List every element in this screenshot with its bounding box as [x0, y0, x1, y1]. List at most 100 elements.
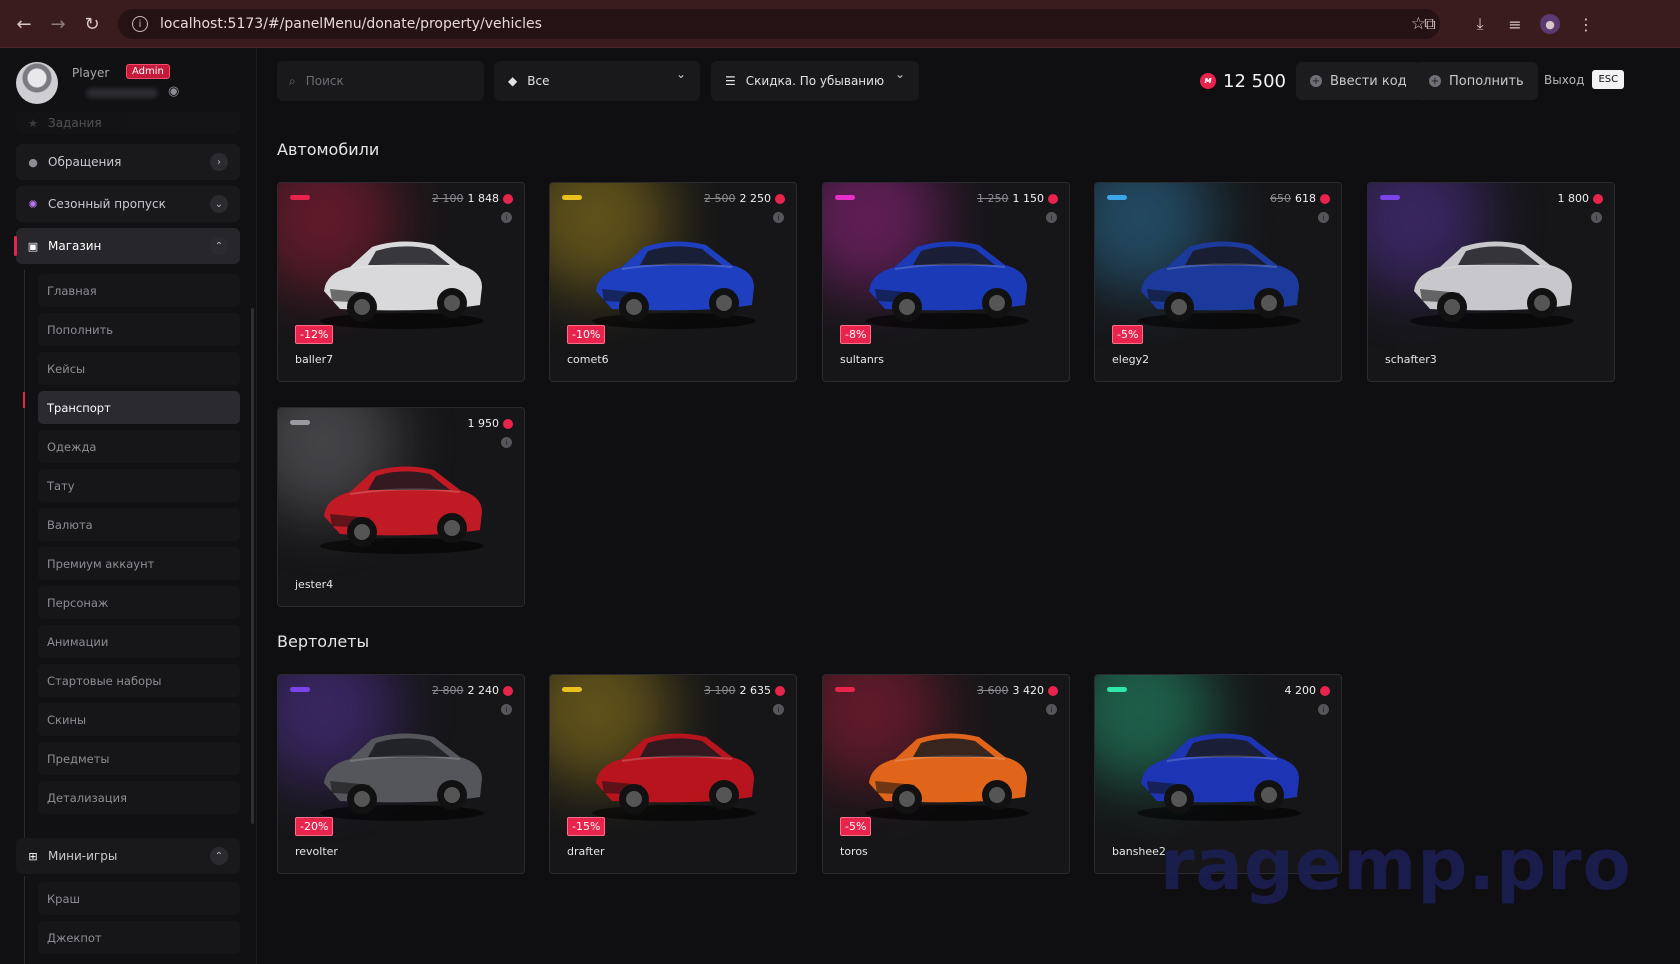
vehicle-card[interactable]: 1 800 i schafter3	[1367, 182, 1615, 382]
rarity-tag	[562, 687, 582, 692]
card-price: 3 600 3 420	[977, 684, 1058, 697]
sidebar-subitem[interactable]: Джекпот	[38, 921, 240, 954]
sidebar-subitem[interactable]: Главная	[38, 274, 240, 307]
info-icon[interactable]: i	[773, 212, 784, 223]
sidebar-item-tasks[interactable]: ★ Задания	[16, 112, 240, 134]
info-icon[interactable]: i	[501, 437, 512, 448]
vehicle-image	[592, 241, 756, 329]
old-price: 3 600	[977, 684, 1009, 697]
vehicle-name: banshee2	[1112, 845, 1166, 858]
sidebar-subitem[interactable]: Кейсы	[38, 352, 240, 385]
browser-menu-icon[interactable]: ⋮	[1574, 12, 1598, 36]
address-bar[interactable]: i localhost:5173/#/panelMenu/donate/prop…	[118, 9, 1440, 39]
info-icon[interactable]: i	[1046, 704, 1057, 715]
sidebar-item-label: Задания	[48, 116, 102, 130]
vehicle-image	[865, 733, 1029, 821]
info-icon[interactable]: i	[501, 704, 512, 715]
info-icon[interactable]: i	[1046, 212, 1057, 223]
sidebar-subitem[interactable]: Премиум аккаунт	[38, 547, 240, 580]
currency-coin-icon	[1593, 193, 1603, 204]
vehicle-card[interactable]: 3 100 2 635 i -15% drafter	[549, 674, 797, 874]
card-price: 4 200	[1285, 684, 1330, 697]
sidebar-subitem[interactable]: Персонаж	[38, 586, 240, 619]
sidebar-subitem[interactable]: Предметы	[38, 742, 240, 775]
sidebar-subitem[interactable]: Детализация	[38, 781, 240, 814]
sidebar-subitem[interactable]: Тату	[38, 469, 240, 502]
current-price: 1 950	[467, 417, 500, 430]
search-input[interactable]: ⌕ Поиск	[277, 61, 484, 101]
shapes-icon: ◆	[508, 74, 518, 88]
vehicle-card[interactable]: 650 618 i -5% elegy2	[1094, 182, 1342, 382]
sidebar-scrollbar[interactable]	[251, 308, 254, 824]
sidebar-item-shop[interactable]: ▣ Магазин ⌃	[14, 228, 240, 264]
avatar[interactable]	[16, 62, 58, 104]
sidebar-subitem[interactable]: Стартовые наборы	[38, 664, 240, 697]
card-price: 2 100 1 848	[432, 192, 513, 205]
discount-badge: -5%	[1112, 325, 1144, 344]
download-icon[interactable]: ⤓	[1468, 12, 1492, 36]
sidebar-subitem[interactable]: Одежда	[38, 430, 240, 463]
rarity-tag	[290, 195, 310, 200]
exit-label: Выход	[1544, 72, 1585, 87]
sidebar-subitem[interactable]: Скины	[38, 703, 240, 736]
currency-coin-icon	[775, 193, 785, 204]
exit-button[interactable]: Выход ESC	[1544, 70, 1625, 89]
sidebar-item-season-pass[interactable]: ✺ Сезонный пропуск ⌄	[16, 186, 240, 222]
sidebar-item-tickets[interactable]: ● Обращения ›	[16, 144, 240, 180]
eye-icon[interactable]: ◉	[168, 84, 179, 99]
vehicle-card[interactable]: 1 250 1 150 i -8% sultanrs	[822, 182, 1070, 382]
sidebar-item-mini-games[interactable]: ⊞ Мини-игры ⌃	[16, 838, 240, 874]
info-icon[interactable]: i	[773, 704, 784, 715]
vehicle-card[interactable]: 2 800 2 240 i -20% revolter	[277, 674, 525, 874]
sidebar-subitem[interactable]: Пополнить	[38, 313, 240, 346]
back-icon[interactable]: ←	[6, 0, 42, 48]
profile-avatar-icon[interactable]: ●	[1540, 14, 1560, 34]
forward-icon[interactable]: →	[40, 0, 76, 48]
vehicle-name: baller7	[295, 353, 334, 366]
current-price: 1 150	[1012, 192, 1045, 205]
vehicle-card[interactable]: 2 100 1 848 i -12% baller7	[277, 182, 525, 382]
discount-badge: -10%	[567, 325, 606, 344]
vehicle-card[interactable]: 1 950 i jester4	[277, 407, 525, 607]
info-icon[interactable]: i	[1318, 212, 1329, 223]
media-icon[interactable]: ≡	[1503, 12, 1527, 36]
currency-coin-icon	[1320, 193, 1330, 204]
vehicle-image	[1137, 241, 1301, 329]
search-icon: ⌕	[289, 73, 296, 88]
extensions-icon[interactable]: ⧉	[1418, 12, 1442, 36]
vehicle-name: jester4	[295, 578, 334, 591]
currency-coin-icon	[503, 418, 513, 429]
discount-badge: -8%	[840, 325, 872, 344]
sidebar-subitem-active[interactable]: Транспорт	[38, 391, 240, 424]
rarity-tag	[562, 195, 582, 200]
card-price: 1 250 1 150	[977, 192, 1058, 205]
sort-select[interactable]: ☰ Скидка. По убыванию ⌄	[711, 61, 919, 101]
reload-icon[interactable]: ↻	[74, 0, 110, 48]
info-icon[interactable]: i	[501, 212, 512, 223]
redeem-code-button[interactable]: + Ввести код	[1296, 62, 1421, 100]
current-price: 2 250	[739, 192, 772, 205]
site-info-icon[interactable]: i	[132, 16, 148, 32]
star-icon: ★	[28, 116, 38, 130]
vehicle-card[interactable]: 2 500 2 250 i -10% comet6	[549, 182, 797, 382]
category-filter-select[interactable]: ◆ Все ⌄	[494, 61, 700, 101]
sidebar-subitem[interactable]: Краш	[38, 882, 240, 915]
sidebar-subitem[interactable]: Анимации	[38, 625, 240, 658]
grid-icon: ⊞	[28, 849, 38, 863]
sidebar-subitem[interactable]: Валюта	[38, 508, 240, 541]
admin-badge: Admin	[126, 64, 170, 79]
card-price: 3 100 2 635	[704, 684, 785, 697]
chevron-down-icon: ⌄	[675, 67, 686, 81]
vehicle-image	[320, 241, 484, 329]
currency-coin-icon	[775, 685, 785, 696]
vehicle-card[interactable]: 3 600 3 420 i -5% toros	[822, 674, 1070, 874]
vehicle-name: toros	[840, 845, 868, 858]
currency-coin-icon: м	[1200, 73, 1216, 89]
info-icon[interactable]: i	[1591, 212, 1602, 223]
currency-coin-icon	[503, 685, 513, 696]
discount-badge: -15%	[567, 817, 606, 836]
chevron-up-icon: ⌃	[210, 237, 228, 255]
info-icon[interactable]: i	[1318, 704, 1329, 715]
topup-button[interactable]: + Пополнить	[1415, 62, 1538, 100]
rarity-tag	[835, 195, 855, 200]
